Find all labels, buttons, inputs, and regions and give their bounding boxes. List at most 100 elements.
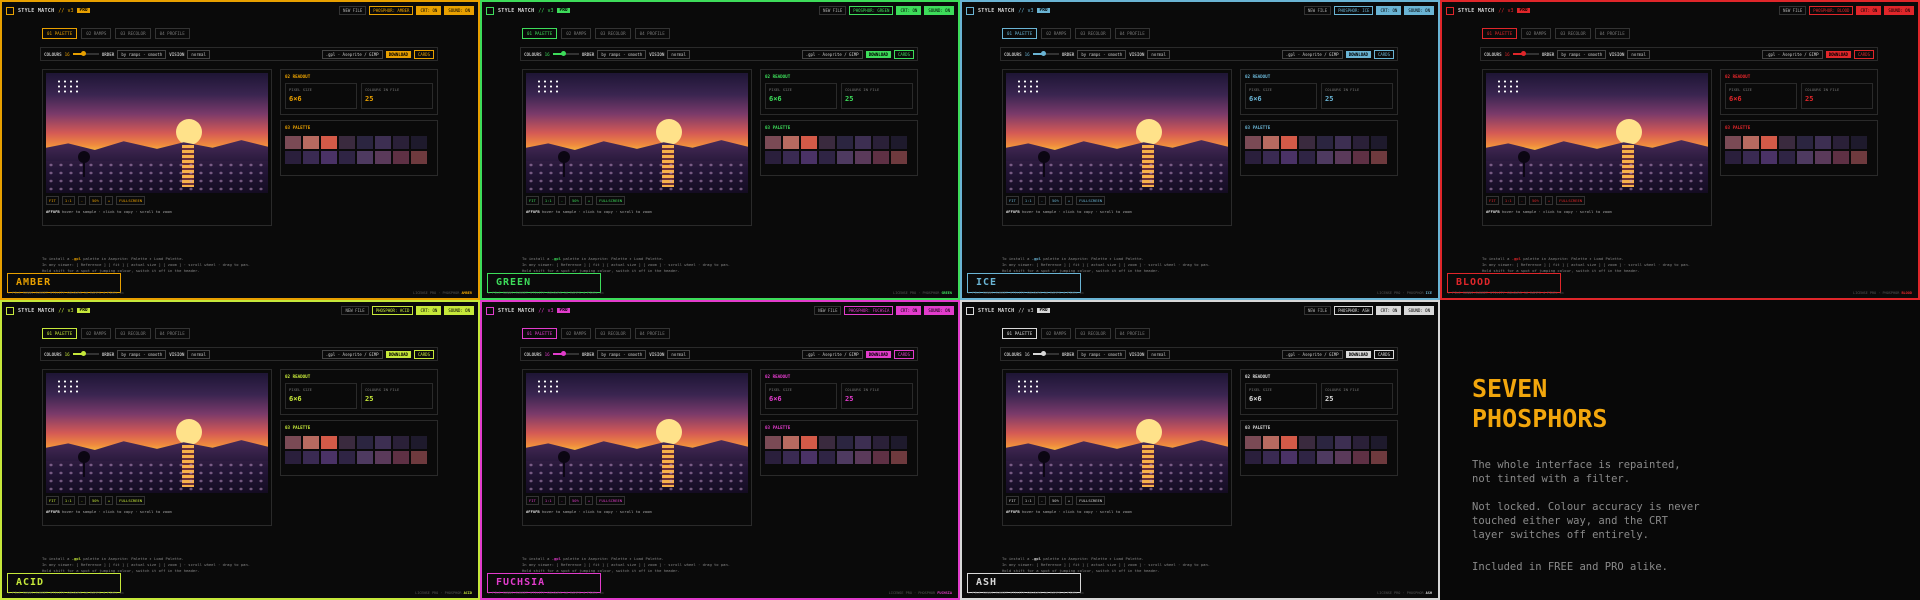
zoom-in-button[interactable]: +: [584, 496, 594, 505]
crt-toggle[interactable]: CRT: ON: [1376, 6, 1402, 15]
palette-swatch[interactable]: [1371, 451, 1387, 464]
palette-swatch[interactable]: [891, 451, 907, 464]
crt-toggle[interactable]: CRT: ON: [1856, 6, 1882, 15]
palette-swatch[interactable]: [783, 151, 799, 164]
format-select[interactable]: .gpl · Aseprite / GIMP: [1281, 49, 1343, 59]
palette-swatch[interactable]: [1263, 451, 1279, 464]
palette-swatch[interactable]: [765, 151, 781, 164]
zoom-out-button[interactable]: -: [1517, 196, 1527, 205]
palette-swatch[interactable]: [1335, 151, 1351, 164]
new-file-button[interactable]: NEW FILE: [1303, 306, 1332, 315]
cards-button[interactable]: CARDS: [1373, 49, 1394, 59]
palette-swatch[interactable]: [1797, 151, 1813, 164]
tab-recolor[interactable]: 03 RECOLOR: [595, 328, 631, 339]
tab-ramps[interactable]: 02 RAMPS: [561, 328, 592, 339]
slider-handle[interactable]: [560, 351, 566, 356]
sound-toggle[interactable]: SOUND: ON: [1884, 6, 1914, 15]
fullscreen-button[interactable]: FULLSCREEN: [596, 196, 626, 205]
palette-swatch[interactable]: [837, 436, 853, 449]
palette-swatch[interactable]: [1245, 436, 1261, 449]
palette-swatch[interactable]: [357, 136, 373, 149]
download-button[interactable]: DOWNLOAD: [1825, 50, 1851, 58]
palette-swatch[interactable]: [357, 451, 373, 464]
phosphor-selector[interactable]: PHOSPHOR: BLOOD: [1809, 6, 1854, 15]
download-button[interactable]: DOWNLOAD: [865, 350, 891, 358]
cards-button[interactable]: CARDS: [1373, 349, 1394, 359]
sound-toggle[interactable]: SOUND: ON: [1404, 6, 1434, 15]
palette-swatch[interactable]: [411, 136, 427, 149]
new-file-button[interactable]: NEW FILE: [814, 306, 842, 315]
actual-size-button[interactable]: 1:1: [61, 496, 75, 505]
tab-palette[interactable]: 01 PALETTE: [1482, 28, 1518, 39]
cards-button[interactable]: CARDS: [893, 49, 914, 59]
zoom-out-button[interactable]: -: [77, 496, 87, 505]
fit-button[interactable]: FIT: [1486, 196, 1499, 205]
tab-ramps[interactable]: 02 RAMPS: [81, 328, 112, 339]
phosphor-selector[interactable]: PHOSPHOR: ASH: [1334, 306, 1374, 315]
new-file-button[interactable]: NEW FILE: [1779, 6, 1807, 15]
colours-slider[interactable]: [552, 351, 579, 356]
palette-swatch[interactable]: [411, 436, 427, 449]
palette-swatch[interactable]: [873, 151, 889, 164]
pixel-art-preview[interactable]: [46, 73, 268, 193]
sound-toggle[interactable]: SOUND: ON: [924, 6, 954, 15]
tab-palette[interactable]: 01 PALETTE: [42, 28, 78, 39]
palette-swatch[interactable]: [1299, 436, 1315, 449]
palette-swatch[interactable]: [285, 451, 301, 464]
palette-swatch[interactable]: [303, 136, 319, 149]
crt-toggle[interactable]: CRT: ON: [416, 306, 442, 315]
crt-toggle[interactable]: CRT: ON: [896, 6, 922, 15]
vision-select[interactable]: normal: [1627, 49, 1650, 59]
palette-swatch[interactable]: [1761, 136, 1777, 149]
slider-handle[interactable]: [1040, 51, 1046, 56]
slider-handle[interactable]: [1040, 351, 1046, 356]
palette-swatch[interactable]: [819, 136, 835, 149]
format-select[interactable]: .gpl · Aseprite / GIMP: [1281, 349, 1343, 359]
palette-swatch[interactable]: [1353, 451, 1369, 464]
slider-handle[interactable]: [80, 351, 86, 356]
actual-size-button[interactable]: 1:1: [1021, 196, 1035, 205]
tab-recolor[interactable]: 03 RECOLOR: [1075, 328, 1111, 339]
format-select[interactable]: .gpl · Aseprite / GIMP: [801, 349, 863, 359]
palette-swatch[interactable]: [285, 151, 301, 164]
palette-swatch[interactable]: [1815, 151, 1831, 164]
fit-button[interactable]: FIT: [526, 196, 539, 205]
palette-swatch[interactable]: [1353, 436, 1369, 449]
vision-select[interactable]: normal: [667, 349, 690, 359]
palette-swatch[interactable]: [873, 436, 889, 449]
download-button[interactable]: DOWNLOAD: [385, 50, 411, 58]
fit-button[interactable]: FIT: [46, 196, 59, 205]
tab-palette[interactable]: 01 PALETTE: [522, 328, 558, 339]
fullscreen-button[interactable]: FULLSCREEN: [116, 496, 146, 505]
tab-ramps[interactable]: 02 RAMPS: [561, 28, 592, 39]
palette-swatch[interactable]: [765, 436, 781, 449]
crt-toggle[interactable]: CRT: ON: [896, 306, 922, 315]
download-button[interactable]: DOWNLOAD: [865, 50, 891, 58]
tab-recolor[interactable]: 03 RECOLOR: [1075, 28, 1111, 39]
new-file-button[interactable]: NEW FILE: [1303, 6, 1332, 15]
palette-swatch[interactable]: [285, 436, 301, 449]
order-select[interactable]: by ramps · smooth: [1077, 49, 1127, 59]
palette-swatch[interactable]: [1317, 151, 1333, 164]
sound-toggle[interactable]: SOUND: ON: [924, 306, 954, 315]
tab-ramps[interactable]: 02 RAMPS: [1521, 28, 1552, 39]
new-file-button[interactable]: NEW FILE: [339, 6, 367, 15]
sound-toggle[interactable]: SOUND: ON: [444, 306, 474, 315]
format-select[interactable]: .gpl · Aseprite / GIMP: [801, 49, 863, 59]
cards-button[interactable]: CARDS: [1853, 49, 1874, 59]
palette-swatch[interactable]: [1833, 151, 1849, 164]
zoom-out-button[interactable]: -: [557, 196, 567, 205]
palette-swatch[interactable]: [321, 151, 337, 164]
fullscreen-button[interactable]: FULLSCREEN: [116, 196, 146, 205]
palette-swatch[interactable]: [1335, 136, 1351, 149]
palette-swatch[interactable]: [321, 136, 337, 149]
palette-swatch[interactable]: [891, 436, 907, 449]
palette-swatch[interactable]: [393, 136, 409, 149]
colours-slider[interactable]: [1512, 51, 1539, 56]
palette-swatch[interactable]: [855, 136, 871, 149]
sound-toggle[interactable]: SOUND: ON: [1404, 306, 1434, 315]
palette-swatch[interactable]: [1281, 151, 1297, 164]
palette-swatch[interactable]: [1371, 136, 1387, 149]
palette-swatch[interactable]: [1725, 136, 1741, 149]
tab-recolor[interactable]: 03 RECOLOR: [115, 328, 151, 339]
